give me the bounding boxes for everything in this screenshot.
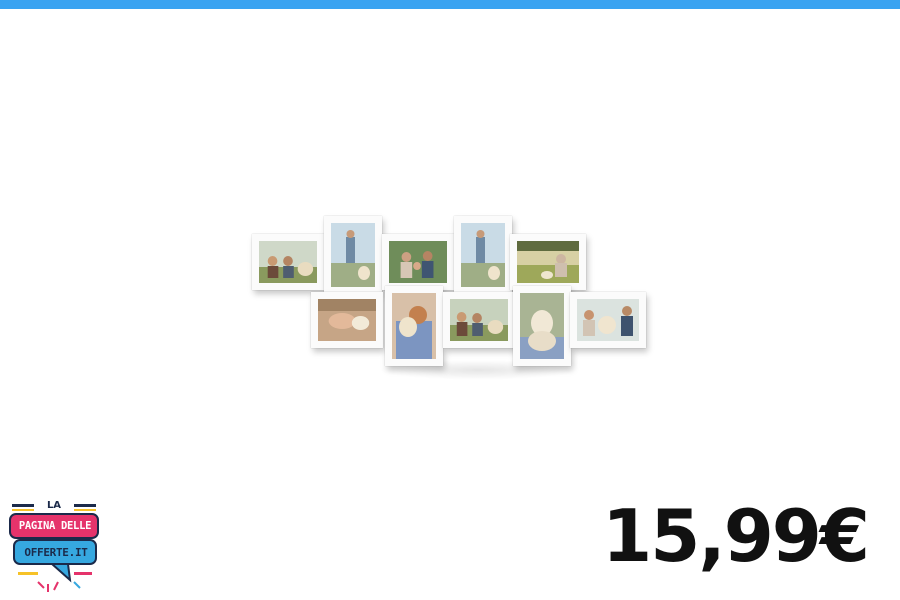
- golden-retriever-photo: [520, 293, 564, 359]
- woman-walking-dog-photo: [331, 223, 375, 287]
- frame-slot: [510, 234, 586, 290]
- family-dog-photo: [259, 241, 317, 283]
- frame-slot: [513, 286, 571, 366]
- dog-in-field-photo: [517, 241, 579, 283]
- frame-slot: [311, 292, 383, 348]
- frame-slot: [324, 216, 382, 294]
- woman-walking-dog-photo: [461, 223, 505, 287]
- price-label: 15,99€: [602, 494, 870, 578]
- frame-slot: [382, 234, 454, 290]
- couple-with-dog-photo: [577, 299, 639, 341]
- frame-slot: [385, 286, 443, 366]
- frame-slot: [443, 292, 515, 348]
- family-dog-photo: [450, 299, 508, 341]
- product-image: [248, 212, 648, 382]
- top-accent-bar: [0, 0, 900, 9]
- woman-hugging-dog-photo: [392, 293, 436, 359]
- brand-logo: LA PAGINA DELLE OFFERTE.IT: [8, 500, 100, 598]
- logo-top-text: LA: [46, 500, 62, 511]
- frame-slot: [570, 292, 646, 348]
- logo-line-2: OFFERTE.IT: [24, 546, 88, 559]
- hand-and-paw-photo: [318, 299, 376, 341]
- family-portrait-photo: [389, 241, 447, 283]
- frame-slot: [454, 216, 512, 294]
- frame-slot: [252, 234, 324, 290]
- logo-line-1: PAGINA DELLE: [18, 520, 92, 532]
